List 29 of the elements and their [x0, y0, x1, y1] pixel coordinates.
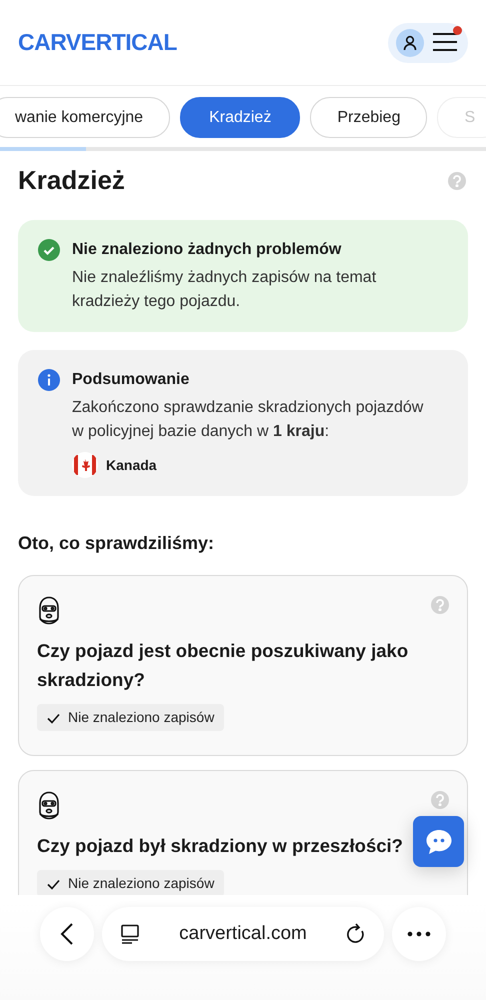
user-icon[interactable]: [396, 28, 424, 56]
checks-heading: Oto, co sprawdziliśmy:: [18, 532, 216, 556]
result-text: Nie znaleziono zapisów: [68, 708, 214, 728]
section-title: Kradzież: [18, 165, 125, 196]
check-question: Czy pojazd był skradziony w przeszłości?: [37, 834, 403, 858]
country-name: Kanada: [106, 456, 157, 475]
chat-button[interactable]: [413, 816, 464, 867]
result-text: Nie znaleziono zapisów: [68, 874, 214, 894]
flag-icon: [72, 452, 98, 478]
reload-icon[interactable]: [346, 922, 366, 946]
check-question: Czy pojazd jest obecnie poszukiwany jako skradziony?: [37, 639, 410, 692]
balaclava-icon: [37, 596, 61, 626]
reader-icon[interactable]: [120, 922, 140, 946]
alert-text: Nie znaleźliśmy żadnych zapisów na temat kradzieży tego pojazdu.: [72, 268, 378, 312]
logo[interactable]: CARVERTICAL: [18, 25, 177, 60]
alert-title: Podsumowanie: [72, 370, 190, 390]
alert-title: Nie znaleziono żadnych problemów: [72, 240, 342, 260]
tab[interactable]: Przebieg: [310, 97, 428, 138]
alert-text: Zakończono sprawdzanie skradzionych pojazdów w policyjnej bazie danych w 1 kraju:: [72, 398, 424, 442]
chat-icon: [424, 828, 452, 854]
address-bar[interactable]: carvertical.com: [102, 907, 384, 961]
tab[interactable]: wanie komercyjne: [0, 97, 170, 138]
url-text: carvertical.com: [179, 922, 307, 946]
balaclava-icon: [37, 791, 61, 822]
more-icon: [407, 931, 431, 937]
tab[interactable]: Kradzież: [180, 97, 300, 138]
check-circle-icon: [38, 239, 60, 262]
back-icon: [60, 922, 74, 946]
info-icon: [38, 369, 60, 392]
